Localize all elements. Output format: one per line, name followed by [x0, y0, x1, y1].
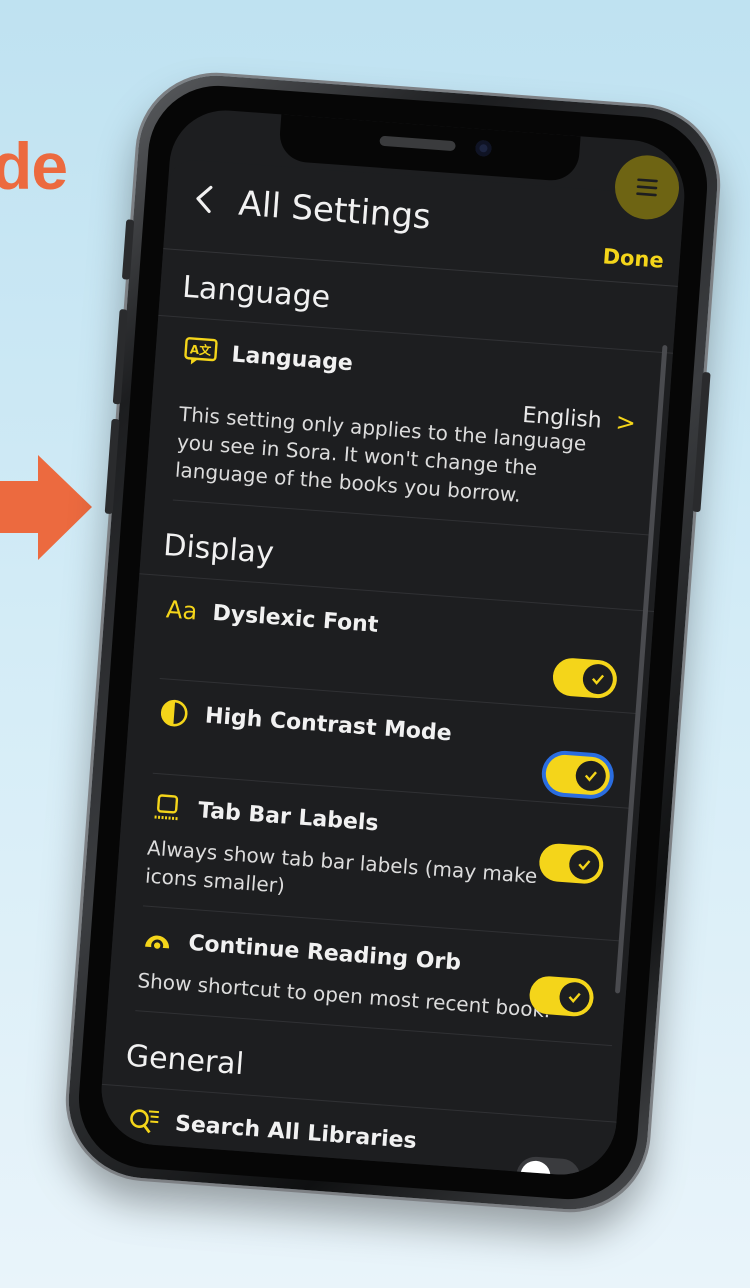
chevron-right-icon: > — [614, 407, 637, 438]
continue-reading-orb-label: Continue Reading Orb — [187, 930, 462, 976]
language-value-text: English — [521, 402, 603, 434]
phone-screen: All Settings Done Language A文 Language E… — [97, 106, 689, 1179]
continue-reading-orb-toggle[interactable] — [528, 975, 595, 1018]
translate-icon: A文 — [183, 336, 219, 368]
contrast-icon — [156, 697, 192, 729]
dyslexic-font-toggle[interactable] — [551, 656, 619, 700]
settings-sheet: All Settings Done Language A文 Language E… — [97, 158, 685, 1179]
volume-up-button — [112, 309, 128, 405]
back-button[interactable] — [190, 178, 219, 220]
arrow-right-icon — [0, 455, 92, 560]
checkmark-icon — [584, 771, 597, 782]
mute-switch — [121, 219, 135, 280]
dyslexic-font-label: Dyslexic Font — [211, 600, 380, 638]
speaker-grille — [379, 135, 456, 152]
checkmark-icon — [591, 674, 605, 685]
svg-text:A文: A文 — [189, 341, 212, 358]
chevron-left-icon — [196, 185, 213, 213]
high-contrast-label: High Contrast Mode — [204, 702, 453, 747]
search-list-icon — [126, 1105, 162, 1137]
background-heading-fragment: de — [0, 129, 68, 203]
volume-down-button — [104, 418, 120, 515]
phone-frame: All Settings Done Language A文 Language E… — [63, 70, 723, 1215]
front-camera — [474, 139, 493, 157]
tab-bar-labels-label: Tab Bar Labels — [197, 797, 380, 836]
tab-bar-icon — [149, 792, 185, 824]
orb-icon — [139, 924, 175, 956]
settings-list: Language A文 Language English > This sett… — [98, 250, 678, 1179]
checkmark-icon — [578, 860, 591, 871]
phone-bezel: All Settings Done Language A文 Language E… — [74, 80, 712, 1205]
font-aa-icon: Aa — [165, 595, 199, 626]
tab-bar-labels-toggle[interactable] — [537, 842, 605, 885]
language-label: Language — [230, 341, 354, 376]
power-button — [692, 371, 711, 513]
hamburger-menu-icon — [636, 178, 658, 197]
search-all-libraries-label: Search All Libraries — [174, 1110, 418, 1154]
checkmark-icon — [568, 992, 581, 1003]
done-button[interactable]: Done — [602, 244, 665, 272]
page-title: All Settings — [237, 183, 433, 238]
language-row[interactable]: A文 Language English > This setting only … — [172, 317, 663, 536]
high-contrast-toggle[interactable] — [544, 753, 612, 797]
